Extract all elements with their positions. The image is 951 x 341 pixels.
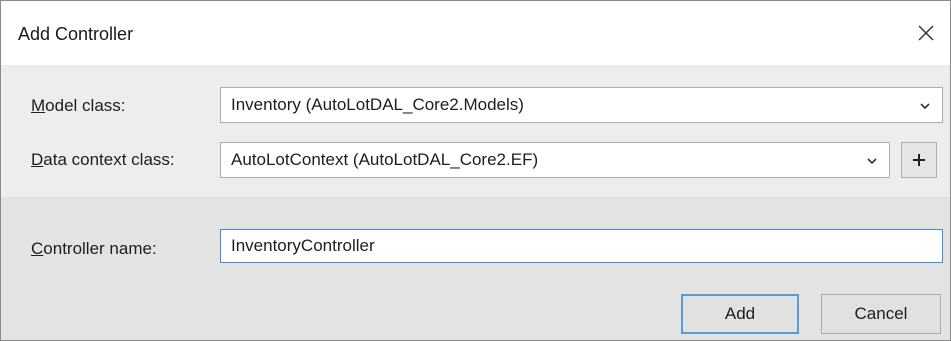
data-context-value: AutoLotContext (AutoLotDAL_Core2.EF): [231, 150, 539, 169]
add-data-context-button[interactable]: [901, 142, 937, 178]
data-context-label: Data context class:: [31, 150, 175, 169]
cancel-button[interactable]: Cancel: [821, 294, 941, 334]
chevron-down-icon: [867, 158, 877, 165]
add-controller-dialog: Add Controller Model class: Inventory (A…: [0, 0, 951, 341]
title-bar: Add Controller: [1, 1, 950, 65]
name-panel: [1, 197, 950, 340]
data-context-select[interactable]: AutoLotContext (AutoLotDAL_Core2.EF): [220, 142, 890, 178]
controller-name-value: InventoryController: [231, 236, 375, 255]
controller-name-input[interactable]: InventoryController: [220, 229, 943, 263]
close-button[interactable]: [906, 13, 946, 53]
add-button[interactable]: Add: [681, 294, 799, 334]
dialog-title: Add Controller: [18, 24, 134, 44]
model-class-value: Inventory (AutoLotDAL_Core2.Models): [231, 95, 524, 114]
close-icon: [918, 25, 934, 41]
chevron-down-icon: [920, 103, 930, 110]
model-class-label: Model class:: [31, 96, 126, 115]
plus-icon: [913, 154, 925, 166]
model-class-select[interactable]: Inventory (AutoLotDAL_Core2.Models): [220, 87, 943, 123]
controller-name-label: Controller name:: [31, 239, 157, 258]
